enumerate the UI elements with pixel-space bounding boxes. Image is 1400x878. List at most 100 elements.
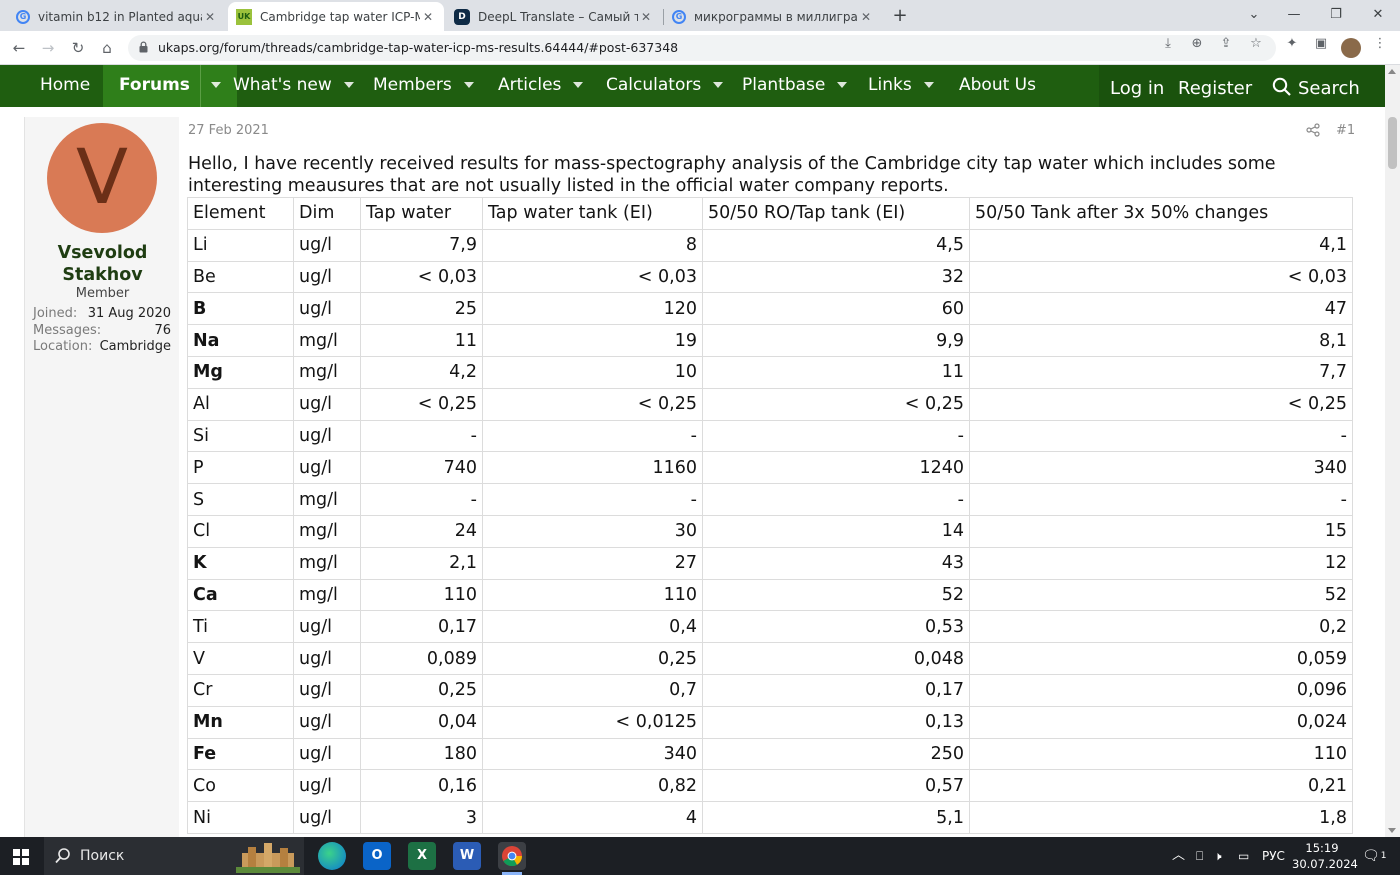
table-header-row: Element Dim Tap water Tap water tank (EI… <box>187 197 1353 230</box>
browser-tab-micrograms[interactable]: G микрограммы в миллиграммы ✕ <box>664 2 882 31</box>
close-tab-icon[interactable]: ✕ <box>202 10 218 24</box>
location-value[interactable]: Cambridge <box>100 339 171 354</box>
minimize-button[interactable]: — <box>1274 0 1314 31</box>
login-link[interactable]: Log in <box>1110 69 1164 111</box>
scroll-down-arrow-icon[interactable] <box>1388 828 1396 833</box>
user-role: Member <box>75 286 130 301</box>
maximize-button[interactable]: ❐ <box>1316 0 1356 31</box>
value-cell: 10 <box>482 355 703 389</box>
table-row: Pug/l 740 1160 1240 340 <box>187 451 1353 485</box>
nav-articles[interactable]: Articles <box>498 65 584 107</box>
tab-search-chevron-icon[interactable]: ⌄ <box>1234 0 1274 31</box>
table-row: Vug/l 0,089 0,25 0,048 0,059 <box>187 642 1353 675</box>
close-tab-icon[interactable]: ✕ <box>858 10 874 24</box>
nav-forums-dropdown[interactable] <box>199 65 221 107</box>
share-page-icon[interactable]: ⇪ <box>1218 36 1234 52</box>
side-panel-icon[interactable]: ▣ <box>1313 36 1329 52</box>
edge-app-icon[interactable] <box>318 842 346 870</box>
page-scrollbar[interactable] <box>1385 65 1400 837</box>
value-cell: - <box>702 419 970 453</box>
chevron-down-icon <box>210 82 221 88</box>
chevron-down-icon[interactable] <box>463 82 474 88</box>
nav-forums[interactable]: Forums <box>103 65 237 107</box>
username-link[interactable]: Vsevolod Stakhov <box>25 242 180 286</box>
search-link[interactable]: Search <box>1272 69 1360 111</box>
user-avatar[interactable]: V <box>47 123 157 233</box>
windows-start-icon[interactable] <box>13 849 29 865</box>
back-icon[interactable]: ← <box>8 37 30 59</box>
unit-cell: ug/l <box>293 737 361 771</box>
browser-tab-cambridge[interactable]: UK Cambridge tap water ICP-MS res ✕ <box>228 2 444 31</box>
notifications-icon[interactable]: 🗨1 <box>1362 837 1387 875</box>
url-text[interactable]: ukaps.org/forum/threads/cambridge-tap-wa… <box>158 40 678 55</box>
element-cell: S <box>187 483 294 516</box>
nav-links[interactable]: Links <box>868 65 934 107</box>
table-row: Mg mg/l 4,2 10 11 7,7 <box>187 355 1353 389</box>
new-tab-button[interactable]: + <box>888 4 912 28</box>
register-link[interactable]: Register <box>1178 69 1252 111</box>
system-clock[interactable]: 15:19 30.07.2024 <box>1292 840 1358 872</box>
chevron-down-icon[interactable] <box>923 82 934 88</box>
post-number[interactable]: #1 <box>1336 123 1355 138</box>
close-tab-icon[interactable]: ✕ <box>420 10 436 24</box>
browser-tab-deepl[interactable]: D DeepL Translate – Самый точны ✕ <box>446 2 662 31</box>
chevron-down-icon[interactable] <box>713 82 724 88</box>
chevron-down-icon[interactable] <box>573 82 584 88</box>
battery-icon[interactable]: ▭ <box>1238 837 1249 875</box>
browser-tab-vitamin-b12[interactable]: G vitamin b12 in Planted aquarium ✕ <box>8 2 226 31</box>
value-cell: - <box>969 419 1353 453</box>
value-cell: 5,1 <box>702 801 970 834</box>
value-cell: 0,2 <box>969 610 1353 644</box>
forward-icon[interactable]: → <box>37 37 59 59</box>
value-cell: 32 <box>702 260 970 294</box>
chrome-app-icon[interactable] <box>498 842 526 870</box>
value-cell: 340 <box>969 451 1353 485</box>
close-tab-icon[interactable]: ✕ <box>638 10 654 24</box>
input-language[interactable]: РУС <box>1262 837 1285 875</box>
value-cell: - <box>360 419 483 453</box>
show-hidden-icons-chevron-icon[interactable]: ︿ <box>1172 837 1185 875</box>
table-row: Smg/l - - - - <box>187 483 1353 516</box>
reload-icon[interactable]: ↻ <box>67 37 89 59</box>
chevron-down-icon[interactable] <box>837 82 848 88</box>
excel-app-icon[interactable]: X <box>408 842 436 870</box>
nav-plantbase[interactable]: Plantbase <box>742 65 848 107</box>
share-icon[interactable] <box>1306 123 1320 137</box>
joined-value: 31 Aug 2020 <box>87 306 171 321</box>
volume-muted-icon[interactable]: 🕨 <box>1214 837 1222 875</box>
value-cell: 12 <box>969 546 1353 580</box>
profile-avatar[interactable] <box>1341 38 1361 58</box>
extensions-icon[interactable]: ✦ <box>1284 36 1300 52</box>
username[interactable]: Vsevolod Stakhov <box>58 243 148 285</box>
value-cell: 11 <box>702 355 970 389</box>
value-cell: < 0,25 <box>482 387 703 421</box>
browser-menu-icon[interactable]: ⋮ <box>1372 36 1388 52</box>
messages-value[interactable]: 76 <box>154 323 171 338</box>
bookmark-star-icon[interactable]: ☆ <box>1248 36 1264 52</box>
post-date[interactable]: 27 Feb 2021 <box>188 123 269 138</box>
element-cell: Ca <box>187 578 294 612</box>
value-cell: < 0,03 <box>360 260 483 294</box>
address-bar[interactable]: ukaps.org/forum/threads/cambridge-tap-wa… <box>128 35 1276 61</box>
value-cell: - <box>482 483 703 516</box>
nav-members[interactable]: Members <box>373 65 474 107</box>
chevron-down-icon[interactable] <box>343 82 354 88</box>
device-icon[interactable]: ⎕ <box>1196 837 1203 875</box>
install-app-icon[interactable]: ⤓ <box>1160 36 1176 52</box>
nav-home[interactable]: Home <box>40 65 90 107</box>
zoom-icon[interactable]: ⊕ <box>1189 36 1205 52</box>
close-window-button[interactable]: ✕ <box>1358 0 1398 31</box>
scroll-up-arrow-icon[interactable] <box>1388 69 1396 74</box>
nav-calculators[interactable]: Calculators <box>606 65 724 107</box>
lock-icon[interactable] <box>139 41 148 53</box>
home-icon[interactable]: ⌂ <box>96 37 118 59</box>
word-app-icon[interactable]: W <box>453 842 481 870</box>
scrollbar-thumb[interactable] <box>1388 117 1397 169</box>
nav-about-us[interactable]: About Us <box>959 65 1036 107</box>
taskbar-search-box[interactable]: Поиск <box>44 837 304 875</box>
value-cell: < 0,03 <box>482 260 703 294</box>
value-cell: 1,8 <box>969 801 1353 834</box>
value-cell: 4,5 <box>702 228 970 262</box>
nav-whats-new[interactable]: What's new <box>233 65 354 107</box>
outlook-app-icon[interactable]: O <box>363 842 391 870</box>
